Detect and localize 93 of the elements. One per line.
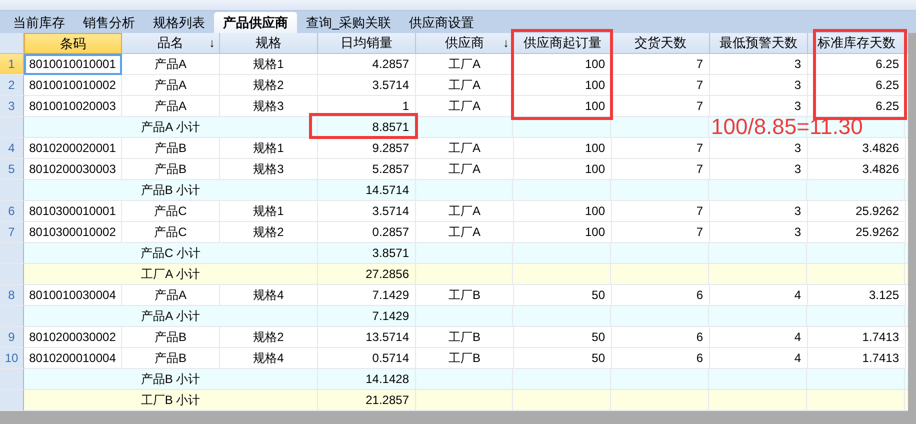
column-header[interactable]: 品名 ↓ <box>122 33 220 54</box>
table-cell: 3 <box>710 138 808 159</box>
table-cell: 50 <box>514 327 612 348</box>
row-header[interactable] <box>0 390 24 411</box>
row-number[interactable]: 2 <box>0 75 24 96</box>
row-header[interactable] <box>0 117 24 138</box>
column-header[interactable]: 条码 <box>24 33 122 54</box>
row-number[interactable]: 1 <box>0 54 24 75</box>
row-header[interactable] <box>0 306 24 327</box>
table-cell: 产品A <box>122 54 220 75</box>
row-header[interactable] <box>0 264 24 285</box>
table-cell: 产品C <box>122 201 220 222</box>
table-cell: 规格2 <box>220 75 318 96</box>
tab[interactable]: 销售分析 <box>74 12 144 33</box>
subtotal-label: 产品A 小计 <box>24 117 318 138</box>
row-number[interactable]: 5 <box>0 159 24 180</box>
table-cell: 3 <box>710 201 808 222</box>
table-cell: 13.5714 <box>318 327 416 348</box>
table-cell: 8010300010001 <box>24 201 122 222</box>
column-header[interactable]: 规格 <box>220 33 318 54</box>
table-cell: 8010010010002 <box>24 75 122 96</box>
row-number[interactable]: 3 <box>0 96 24 117</box>
table-cell: 6.25 <box>808 54 906 75</box>
table-cell: 产品A <box>122 75 220 96</box>
subtotal-label: 产品A 小计 <box>24 306 318 327</box>
table-cell: 7 <box>612 138 710 159</box>
table-cell: 6.25 <box>808 75 906 96</box>
row-header[interactable] <box>0 243 24 264</box>
table-cell: 1.7413 <box>808 327 906 348</box>
table-cell: 8010200030002 <box>24 327 122 348</box>
table-cell: 8010200020001 <box>24 138 122 159</box>
sort-indicator: ↓ <box>209 36 215 50</box>
subtotal-label: 工厂B 小计 <box>24 390 318 411</box>
table-cell: 3 <box>710 54 808 75</box>
table-cell: 规格1 <box>220 138 318 159</box>
subtotal-value: 27.2856 <box>318 264 416 285</box>
subtotal-value: 21.2857 <box>318 390 416 411</box>
row-number[interactable]: 4 <box>0 138 24 159</box>
table-cell: 7 <box>612 201 710 222</box>
table-cell: 规格2 <box>220 327 318 348</box>
table-cell: 7 <box>612 54 710 75</box>
table-cell: 3.5714 <box>318 201 416 222</box>
row-number[interactable]: 7 <box>0 222 24 243</box>
row-number[interactable]: 6 <box>0 201 24 222</box>
tab[interactable]: 查询_采购关联 <box>297 12 400 33</box>
table-cell: 3.4826 <box>808 138 906 159</box>
column-header[interactable]: 供应商 ↓ <box>416 33 514 54</box>
tab[interactable]: 产品供应商 <box>214 12 297 33</box>
table-cell: 6.25 <box>808 96 906 117</box>
table-cell: 4 <box>710 327 808 348</box>
table-cell: 4.2857 <box>318 54 416 75</box>
column-header[interactable]: 供应商起订量 <box>514 33 612 54</box>
table-cell: 3.5714 <box>318 75 416 96</box>
row-number[interactable]: 10 <box>0 348 24 369</box>
row-header[interactable] <box>0 369 24 390</box>
row-header[interactable] <box>0 180 24 201</box>
table-cell: 工厂B <box>416 327 514 348</box>
select-all-corner[interactable] <box>0 33 24 54</box>
tab[interactable]: 当前库存 <box>4 12 74 33</box>
table-cell: 工厂A <box>416 138 514 159</box>
table-cell: 6 <box>612 327 710 348</box>
table-cell: 100 <box>514 75 612 96</box>
row-number[interactable]: 8 <box>0 285 24 306</box>
table-cell: 工厂A <box>416 201 514 222</box>
subtotal-value: 7.1429 <box>318 306 416 327</box>
table-cell: 3 <box>710 75 808 96</box>
table-cell: 工厂A <box>416 75 514 96</box>
subtotal-value: 8.8571 <box>318 117 416 138</box>
table-cell: 工厂A <box>416 54 514 75</box>
table-cell: 100 <box>514 138 612 159</box>
table-cell: 8010010010001 <box>24 54 122 75</box>
subtotal-label: 产品B 小计 <box>24 180 318 201</box>
table-cell: 100 <box>514 54 612 75</box>
annotation-text: 100/8.85=11.30 <box>711 117 863 137</box>
table-cell: 产品B <box>122 327 220 348</box>
table-cell: 规格1 <box>220 54 318 75</box>
subtotal-label: 工厂A 小计 <box>24 264 318 285</box>
table-cell: 7 <box>612 75 710 96</box>
tab[interactable]: 供应商设置 <box>400 12 484 33</box>
table-cell: 9.2857 <box>318 138 416 159</box>
column-header[interactable]: 日均销量 <box>318 33 416 54</box>
table-cell: 25.9262 <box>808 201 906 222</box>
table-cell: 产品B <box>122 138 220 159</box>
column-header[interactable]: 交货天数 <box>612 33 710 54</box>
column-header[interactable]: 最低预警天数 <box>710 33 808 54</box>
subtotal-value: 14.5714 <box>318 180 416 201</box>
table-cell: 100 <box>514 96 612 117</box>
sort-indicator: ↓ <box>503 36 509 50</box>
column-header[interactable]: 标准库存天数 <box>808 33 906 54</box>
row-number[interactable]: 9 <box>0 327 24 348</box>
table-cell: 100 <box>514 201 612 222</box>
tab[interactable]: 规格列表 <box>144 12 214 33</box>
table-cell: 规格1 <box>220 201 318 222</box>
